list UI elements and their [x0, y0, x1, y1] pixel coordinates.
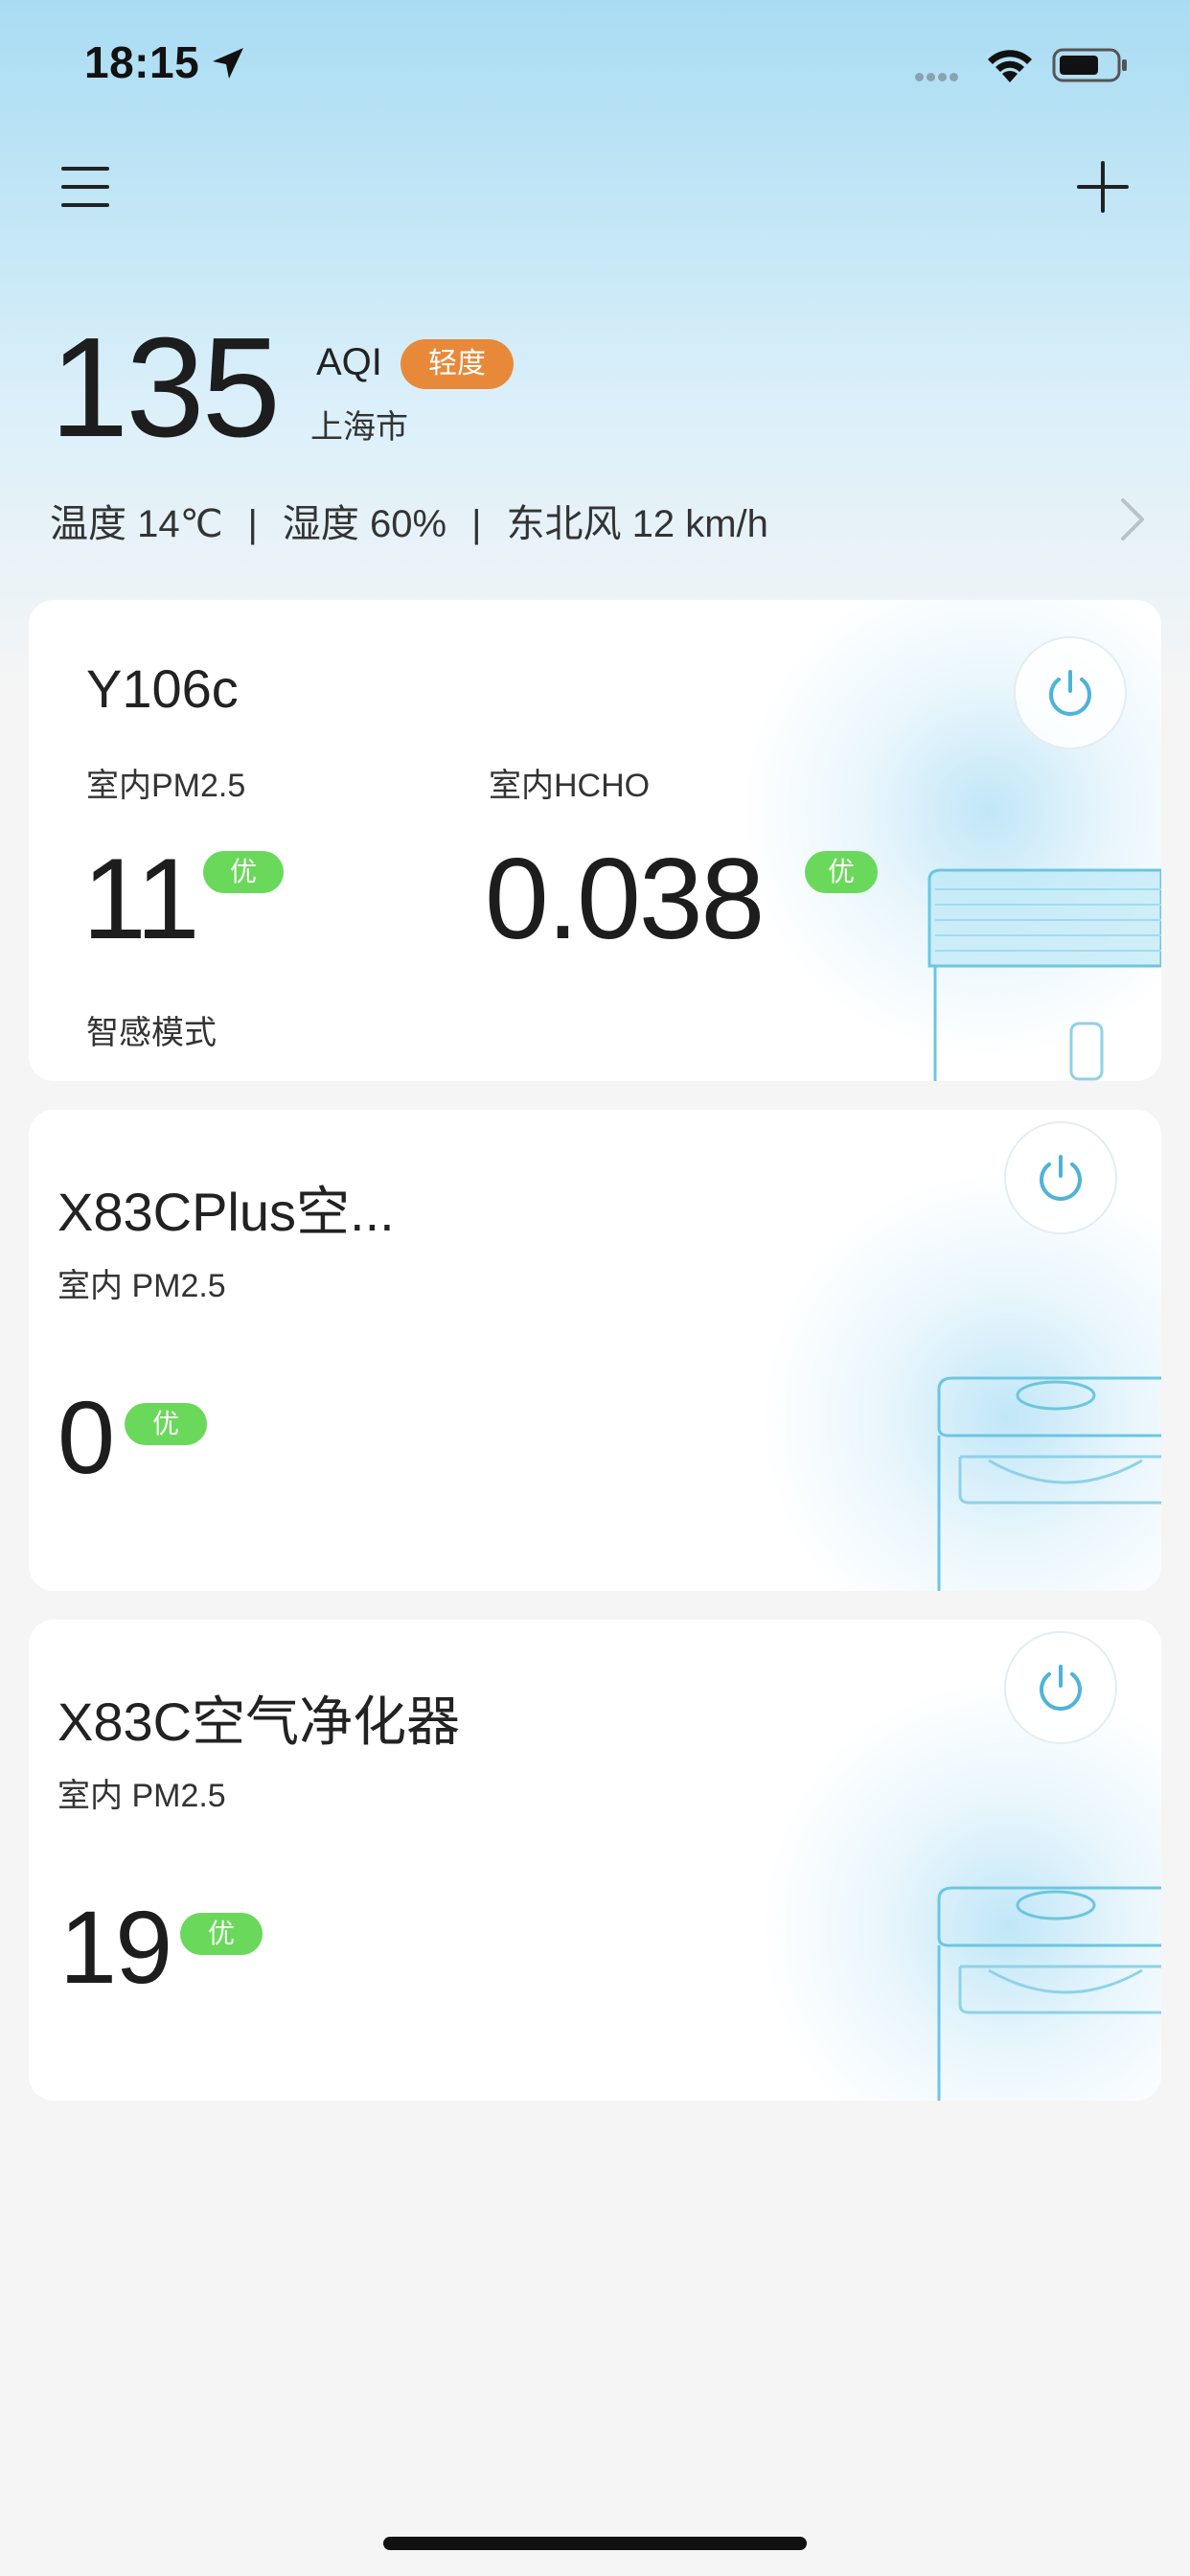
hcho-value: 0.038 [485, 835, 765, 963]
hcho-quality-badge: 优 [805, 851, 878, 893]
device-name: X83CPlus空... [57, 1182, 395, 1242]
pm25-quality-badge: 优 [203, 851, 284, 893]
wifi-icon [988, 50, 1032, 82]
device-name: X83C空气净化器 [57, 1691, 461, 1752]
location-arrow-icon [213, 48, 243, 79]
power-button[interactable] [1004, 1121, 1117, 1234]
chevron-right-icon[interactable] [1115, 493, 1150, 546]
menu-icon[interactable] [59, 163, 113, 211]
purifier-illustration [937, 1376, 1161, 1591]
power-icon [1040, 1155, 1082, 1201]
device-card-x83c[interactable]: X83C空气净化器 室内 PM2.5 19 优 [29, 1620, 1161, 2101]
pm25-label: 室内PM2.5 [86, 768, 246, 804]
mode-label: 智感模式 [86, 1015, 217, 1051]
hcho-label: 室内HCHO [489, 768, 651, 804]
wind-text: 东北风 12 km/h [506, 503, 768, 545]
aqi-level-badge: 轻度 [400, 339, 514, 389]
aqi-label: AQI [316, 341, 382, 383]
power-button[interactable] [1004, 1631, 1117, 1744]
battery-icon [1052, 48, 1127, 82]
aqi-value: 135 [50, 309, 281, 467]
pm25-label: 室内 PM2.5 [57, 1778, 226, 1814]
purifier-illustration [927, 868, 1161, 1081]
divider: | [471, 503, 482, 545]
power-icon [1040, 1665, 1082, 1711]
power-icon [1049, 670, 1091, 716]
plus-icon[interactable] [1075, 159, 1131, 215]
home-indicator[interactable] [383, 2537, 807, 2550]
humidity-text: 湿度 60% [282, 503, 447, 545]
temperature-text: 温度 14℃ [50, 503, 223, 545]
pm25-value: 0 [57, 1379, 115, 1495]
pm25-value: 19 [59, 1889, 172, 2005]
weather-summary[interactable]: 温度 14℃ | 湿度 60% | 东北风 12 km/h [50, 493, 768, 548]
device-card-y106c[interactable]: Y106c 室内PM2.5 11 优 室内HCHO 0.038 优 智感模式 [29, 600, 1161, 1081]
city-name: 上海市 [310, 409, 408, 446]
status-time: 18:15 [84, 37, 200, 87]
cellular-signal-icon [915, 69, 961, 86]
divider: | [247, 503, 258, 545]
pm25-value: 11 [82, 835, 200, 963]
pm25-label: 室内 PM2.5 [57, 1268, 226, 1304]
status-bar: 18:15 [0, 0, 1190, 125]
power-button[interactable] [1014, 636, 1127, 749]
purifier-illustration [937, 1886, 1161, 2101]
pm25-quality-badge: 优 [180, 1913, 263, 1955]
device-name: Y106c [86, 658, 239, 719]
pm25-quality-badge: 优 [125, 1403, 207, 1445]
device-card-x83cplus[interactable]: X83CPlus空... 室内 PM2.5 0 优 [29, 1110, 1161, 1591]
